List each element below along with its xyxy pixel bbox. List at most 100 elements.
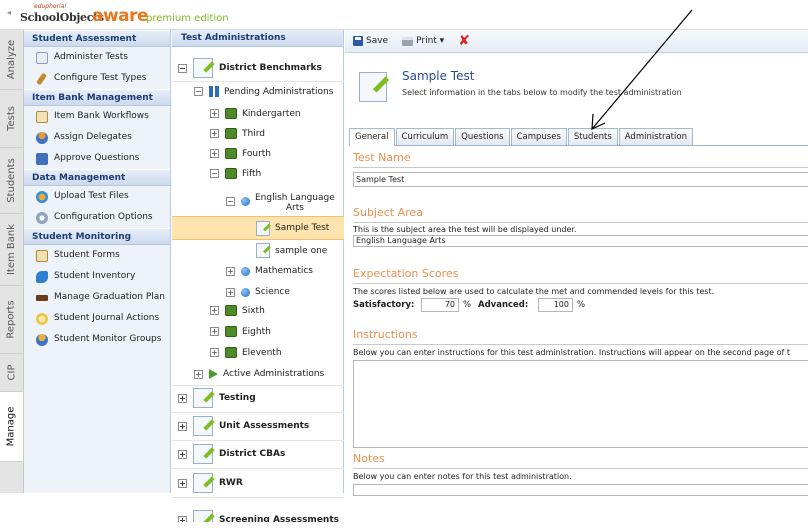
delete-icon[interactable]: ✘ — [458, 34, 470, 48]
nav-item-configuration-options[interactable]: Configuration Options — [24, 207, 170, 228]
expand-toggle-icon[interactable]: + — [226, 266, 235, 276]
notes-textarea[interactable] — [353, 484, 808, 496]
printer-icon — [402, 36, 414, 46]
vtab-analyze[interactable]: Analyze — [0, 30, 23, 90]
toolbar: Save Print ▾ ✘ — [345, 30, 808, 53]
tree-node-sample-test[interactable]: Sample Test — [172, 216, 344, 240]
tree-node-sample-one[interactable]: sample one — [256, 243, 327, 258]
expand-toggle-icon[interactable]: + — [210, 327, 219, 336]
expand-toggle-icon[interactable]: + — [210, 129, 219, 138]
expand-toggle-icon[interactable]: + — [178, 515, 187, 522]
tree-node-fourth[interactable]: + Fourth — [210, 148, 271, 159]
expand-toggle-icon[interactable]: + — [210, 149, 219, 158]
nav-item-assign-delegates[interactable]: Assign Delegates — [24, 127, 170, 148]
expand-toggle-icon[interactable]: + — [210, 348, 219, 357]
vtab-cip[interactable]: CIP — [0, 354, 23, 392]
advanced-input[interactable]: 100 — [538, 298, 573, 312]
tab-curriculum[interactable]: Curriculum — [395, 128, 455, 145]
test-name-heading: Test Name — [353, 151, 411, 164]
tree-node-sixth[interactable]: + Sixth — [210, 305, 265, 316]
tree-node-rwr[interactable]: + RWR — [178, 473, 243, 493]
tree-node-science[interactable]: + Science — [226, 287, 290, 297]
logo-tagline: eduphoria! — [34, 3, 67, 10]
collapse-toggle-icon[interactable]: − — [194, 87, 203, 96]
expand-toggle-icon[interactable]: + — [178, 393, 187, 403]
nav-item-upload-test-files[interactable]: Upload Test Files — [24, 186, 170, 207]
main-panel: Save Print ▾ ✘ Sample Test Select inform… — [345, 30, 808, 496]
left-nav: Student Assessment Administer Tests Conf… — [24, 30, 171, 493]
tree-node-english-language-arts[interactable]: − English Language Arts — [226, 193, 335, 213]
expand-toggle-icon[interactable]: + — [226, 287, 235, 297]
tab-students[interactable]: Students — [567, 128, 618, 145]
tab-questions[interactable]: Questions — [455, 128, 510, 145]
collapse-toggle-icon[interactable]: − — [226, 197, 235, 206]
tree-node-pending[interactable]: − Pending Administrations — [194, 86, 333, 97]
instructions-heading: Instructions — [353, 328, 418, 341]
nav-item-approve-questions[interactable]: Approve Questions — [24, 148, 170, 169]
vtab-tests[interactable]: Tests — [0, 90, 23, 148]
nav-item-student-inventory[interactable]: Student Inventory — [24, 266, 170, 287]
nav-item-student-monitor-groups[interactable]: Student Monitor Groups — [24, 329, 170, 350]
subject-dot-icon — [241, 197, 250, 206]
section-divider — [353, 222, 808, 223]
tree-node-testing[interactable]: + Testing — [178, 388, 256, 408]
tree-divider — [172, 81, 344, 82]
nav-item-item-bank-workflows[interactable]: Item Bank Workflows — [24, 106, 170, 127]
expand-toggle-icon[interactable]: + — [178, 421, 187, 431]
instructions-hint: Below you can enter instructions for thi… — [353, 348, 790, 357]
tab-campuses[interactable]: Campuses — [510, 128, 567, 145]
vtab-manage[interactable]: Manage — [0, 392, 23, 462]
vtab-students[interactable]: Students — [0, 148, 23, 214]
save-icon — [353, 36, 363, 46]
test-doc-icon — [256, 220, 270, 236]
title-area: Sample Test Select information in the ta… — [345, 54, 808, 124]
expand-toggle-icon[interactable]: + — [178, 449, 187, 459]
test-administrations-tree: Test Administrations − District Benchmar… — [172, 30, 344, 522]
collapse-arrow-icon[interactable]: ◂ — [7, 8, 11, 17]
tree-node-fifth[interactable]: − Fifth — [210, 168, 261, 179]
collapse-toggle-icon[interactable]: − — [210, 169, 219, 178]
expand-toggle-icon[interactable]: + — [178, 478, 187, 488]
save-button[interactable]: Save — [353, 36, 388, 46]
expectation-scores-hint: The scores listed below are used to calc… — [353, 287, 715, 296]
print-button[interactable]: Print ▾ — [402, 36, 444, 46]
tree-node-active[interactable]: + Active Administrations — [194, 369, 324, 379]
pause-icon — [209, 86, 219, 97]
subject-dot-icon — [241, 266, 250, 276]
tree-node-third[interactable]: + Third — [210, 128, 265, 139]
expand-toggle-icon[interactable]: + — [210, 109, 219, 118]
tree-divider — [172, 468, 344, 469]
grade-folder-icon — [225, 148, 237, 159]
expand-toggle-icon[interactable]: + — [210, 306, 219, 315]
tree-node-screening[interactable]: + Screening Assessments — [178, 510, 339, 522]
nav-item-student-forms[interactable]: Student Forms — [24, 245, 170, 266]
collapse-toggle-icon[interactable]: − — [178, 63, 187, 73]
logo-aware: aware — [92, 6, 149, 26]
tab-general[interactable]: General — [349, 128, 395, 146]
tree-node-kindergarten[interactable]: + Kindergarten — [210, 108, 301, 119]
grade-folder-icon — [225, 108, 237, 119]
nav-item-manage-graduation-plan[interactable]: Manage Graduation Plan — [24, 287, 170, 308]
instructions-textarea[interactable] — [353, 360, 808, 448]
tree-node-district-benchmarks[interactable]: − District Benchmarks — [178, 58, 322, 78]
vtab-item-bank[interactable]: Item Bank — [0, 214, 23, 286]
test-name-input[interactable]: Sample Test — [353, 172, 808, 187]
tree-node-eleventh[interactable]: + Eleventh — [210, 347, 282, 358]
expand-toggle-icon[interactable]: + — [194, 369, 203, 379]
advanced-label: Advanced: — [478, 300, 529, 310]
nav-item-administer-tests[interactable]: Administer Tests — [24, 47, 170, 68]
tree-node-mathematics[interactable]: + Mathematics — [226, 266, 313, 276]
app-header: eduphoria! SchoolObjects aware premium e… — [0, 0, 808, 30]
notes-heading: Notes — [353, 452, 385, 465]
tab-administration[interactable]: Administration — [618, 128, 693, 145]
test-folder-icon — [193, 510, 213, 522]
satisfactory-input[interactable]: 70 — [421, 298, 459, 312]
tree-node-district-cbas[interactable]: + District CBAs — [178, 444, 285, 464]
tree-node-unit-assessments[interactable]: + Unit Assessments — [178, 416, 309, 436]
nav-item-student-journal-actions[interactable]: Student Journal Actions — [24, 308, 170, 329]
subject-area-select[interactable]: English Language Arts — [353, 235, 808, 247]
grade-folder-icon — [225, 168, 237, 179]
nav-item-configure-test-types[interactable]: Configure Test Types — [24, 68, 170, 89]
vtab-reports[interactable]: Reports — [0, 286, 23, 354]
tree-node-eighth[interactable]: + Eighth — [210, 326, 271, 337]
